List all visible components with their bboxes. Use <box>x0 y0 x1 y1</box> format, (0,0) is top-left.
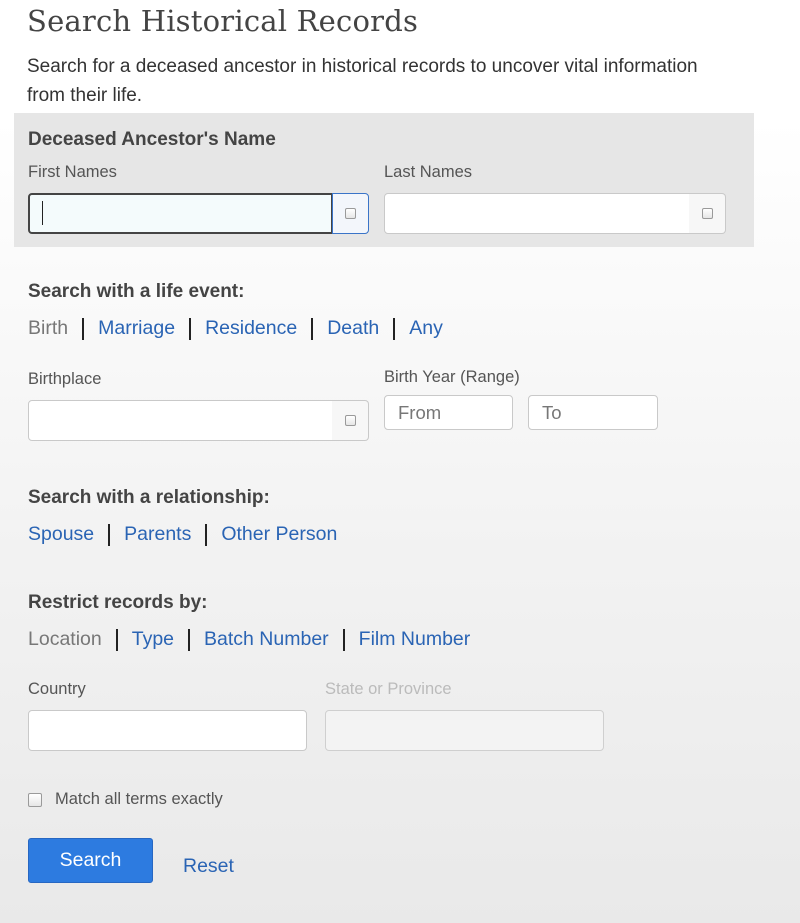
state-input <box>325 710 604 751</box>
checkbox-icon <box>344 415 356 426</box>
birthplace-input[interactable] <box>28 400 333 441</box>
other-person-link[interactable]: Other Person <box>221 523 337 546</box>
country-label: Country <box>28 680 86 698</box>
state-label: State or Province <box>325 680 452 698</box>
tab-marriage[interactable]: Marriage <box>98 317 175 340</box>
last-names-input[interactable] <box>384 193 690 234</box>
parents-link[interactable]: Parents <box>124 523 191 546</box>
tab-location[interactable]: Location <box>28 628 102 651</box>
life-event-heading: Search with a life event: <box>28 281 245 302</box>
text-caret <box>42 201 43 225</box>
last-names-label: Last Names <box>384 163 473 181</box>
birthplace-label: Birthplace <box>28 370 102 388</box>
link-divider <box>205 523 208 546</box>
tab-divider <box>115 628 118 651</box>
birth-year-label: Birth Year (Range) <box>384 368 520 386</box>
link-divider <box>108 523 111 546</box>
match-exact-checkbox[interactable] <box>28 792 42 807</box>
checkbox-icon <box>345 208 356 219</box>
life-event-tabs: Birth Marriage Residence Death Any <box>28 317 443 340</box>
checkbox-icon <box>701 208 713 219</box>
birth-year-to-input[interactable]: To <box>528 395 658 430</box>
last-names-exact-toggle[interactable] <box>689 193 726 234</box>
birthplace-exact-toggle[interactable] <box>332 400 369 441</box>
tab-divider <box>393 317 396 340</box>
tab-divider <box>342 628 345 651</box>
relationship-links: Spouse Parents Other Person <box>28 523 337 546</box>
tab-divider <box>82 317 85 340</box>
tab-divider <box>188 628 191 651</box>
page-intro: Search for a deceased ancestor in histor… <box>27 56 698 106</box>
relationship-heading: Search with a relationship: <box>28 487 270 508</box>
tab-type[interactable]: Type <box>132 628 174 651</box>
first-names-input[interactable] <box>28 193 333 234</box>
match-exact-label: Match all terms exactly <box>55 790 223 808</box>
tab-any[interactable]: Any <box>409 317 443 340</box>
tab-birth[interactable]: Birth <box>28 317 68 340</box>
page-title: Search Historical Records <box>27 4 419 38</box>
first-names-exact-toggle[interactable] <box>332 193 369 234</box>
restrict-heading: Restrict records by: <box>28 592 208 613</box>
from-placeholder: From <box>398 402 442 423</box>
search-button[interactable]: Search <box>28 838 153 883</box>
to-placeholder: To <box>542 402 562 423</box>
first-names-label: First Names <box>28 163 117 181</box>
tab-divider <box>311 317 314 340</box>
restrict-tabs: Location Type Batch Number Film Number <box>28 628 470 651</box>
spouse-link[interactable]: Spouse <box>28 523 94 546</box>
tab-divider <box>189 317 192 340</box>
tab-death[interactable]: Death <box>327 317 379 340</box>
reset-link[interactable]: Reset <box>183 855 234 878</box>
tab-film-number[interactable]: Film Number <box>359 628 471 651</box>
country-input[interactable] <box>28 710 307 751</box>
match-exact-option[interactable]: Match all terms exactly <box>28 790 223 809</box>
name-section-heading: Deceased Ancestor's Name <box>28 129 276 150</box>
tab-batch-number[interactable]: Batch Number <box>204 628 329 651</box>
birth-year-from-input[interactable]: From <box>384 395 513 430</box>
tab-residence[interactable]: Residence <box>205 317 297 340</box>
